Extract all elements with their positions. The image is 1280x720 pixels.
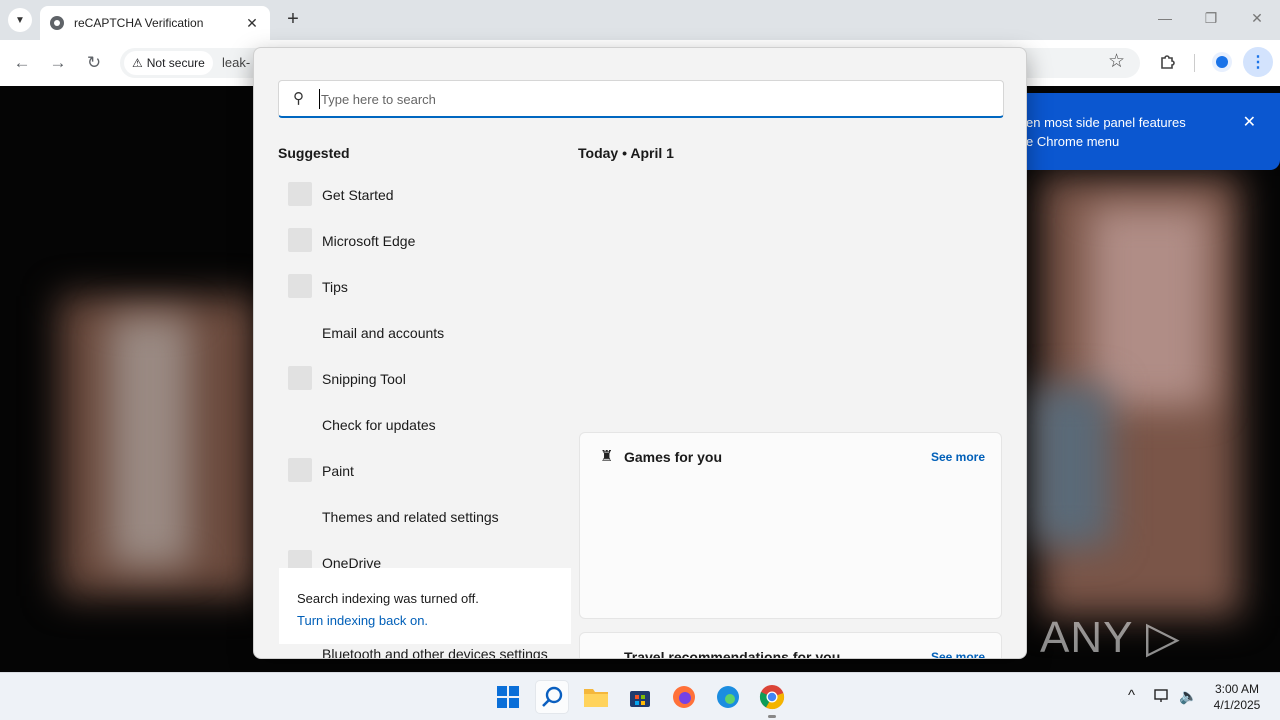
suggested-item-label: Email and accounts (322, 325, 445, 341)
indexing-notice: Search indexing was turned off. Turn ind… (279, 568, 571, 644)
minimize-button[interactable]: — (1150, 10, 1180, 26)
search-box[interactable]: ⚲ (278, 80, 1004, 118)
suggested-item[interactable]: Tips (278, 264, 578, 310)
suggested-item-label: Paint (322, 463, 354, 479)
search-icon: ⚲ (293, 90, 304, 107)
network-icon[interactable] (1154, 688, 1172, 708)
taskbar: ^ 🔈 3:00 AM 4/1/2025 (0, 672, 1280, 720)
suggested-item[interactable]: Themes and related settings (278, 494, 578, 540)
suggested-item-label: Check for updates (322, 417, 436, 433)
suggested-item[interactable]: Microsoft Edge (278, 218, 578, 264)
edge-icon (717, 686, 739, 708)
forward-button[interactable]: → (46, 52, 70, 76)
url-text[interactable]: leak- (222, 55, 250, 70)
suggested-item-label: Tips (322, 279, 348, 295)
windows-search-panel: ⚲ Suggested Get Started Microsoft Edge Tip… (253, 47, 1027, 659)
bookmark-star-icon[interactable]: ☆ (1108, 50, 1125, 73)
volume-icon[interactable]: 🔈 (1179, 687, 1198, 705)
chrome-icon (759, 685, 785, 710)
toolbar-separator (1194, 54, 1195, 72)
windows-logo-icon (497, 686, 519, 708)
tray-overflow-icon[interactable]: ^ (1128, 687, 1135, 704)
travel-see-more-link[interactable]: See more (931, 650, 985, 658)
clock-date: 4/1/2025 (1213, 698, 1261, 712)
turn-indexing-on-link[interactable]: Turn indexing back on. (297, 610, 553, 632)
suggested-list: Get Started Microsoft Edge Tips Email and a… (278, 172, 578, 586)
chrome-button[interactable] (756, 681, 788, 713)
restore-button[interactable]: ❐ (1196, 10, 1226, 27)
app-icon (288, 182, 312, 206)
profile-avatar-icon[interactable] (1212, 52, 1232, 72)
games-see-more-link[interactable]: See more (931, 450, 985, 464)
close-window-button[interactable]: ✕ (1242, 10, 1272, 27)
suggested-heading: Suggested (278, 145, 350, 161)
suggested-item[interactable]: Get Started (278, 172, 578, 218)
promo-line-1: en most side panel features (1026, 115, 1186, 130)
app-icon (288, 458, 312, 482)
firefox-button[interactable] (668, 681, 700, 713)
folder-icon (584, 689, 608, 707)
store-button[interactable] (624, 681, 656, 713)
clock-time: 3:00 AM (1214, 682, 1260, 696)
extensions-icon[interactable] (1158, 52, 1178, 72)
store-icon (630, 691, 650, 707)
back-button[interactable]: ← (10, 52, 34, 76)
firefox-icon (673, 686, 695, 708)
side-panel-promo-bubble: en most side panel features e Chrome men… (1010, 93, 1280, 170)
suggested-item[interactable]: Snipping Tool (278, 356, 578, 402)
app-icon (288, 228, 312, 252)
reload-button[interactable]: ↻ (82, 52, 106, 76)
indexing-message: Search indexing was turned off. (297, 591, 479, 606)
tab-close-icon[interactable]: ✕ (244, 15, 260, 32)
chrome-running-indicator (768, 715, 776, 718)
search-input[interactable] (319, 89, 979, 109)
games-card-title: Games for you (624, 449, 723, 465)
suggested-item-label: Themes and related settings (322, 509, 499, 525)
security-label: Not secure (146, 56, 205, 70)
search-icon (542, 686, 563, 707)
tab-recaptcha[interactable]: reCAPTCHA Verification ✕ (40, 6, 270, 40)
tab-title: reCAPTCHA Verification (74, 16, 204, 30)
suggested-item[interactable]: Email and accounts (278, 310, 578, 356)
travel-card[interactable]: Travel recommendations for you See more (579, 632, 1002, 659)
edge-button[interactable] (712, 681, 744, 713)
warning-icon: ⚠ (132, 56, 143, 70)
suggested-item[interactable]: Check for updates (278, 402, 578, 448)
suggested-item-label: Snipping Tool (322, 371, 406, 387)
app-icon (288, 274, 312, 298)
games-icon: ♜ (600, 448, 614, 465)
suggested-item-label: Get Started (322, 187, 394, 203)
tab-search-button[interactable]: ▼ (8, 8, 32, 32)
system-clock[interactable]: 3:00 AM 4/1/2025 (1206, 681, 1268, 713)
new-tab-button[interactable]: + (282, 8, 304, 30)
file-explorer-button[interactable] (580, 681, 612, 713)
chrome-menu-button[interactable]: ⋮ (1243, 47, 1273, 77)
today-heading: Today • April 1 (578, 145, 674, 161)
games-card[interactable]: ♜ Games for you See more (579, 432, 1002, 619)
promo-close-icon[interactable]: ✕ (1243, 113, 1256, 132)
favicon-icon (50, 16, 64, 30)
suggested-item-bluetooth[interactable]: Bluetooth and other devices settings (322, 646, 548, 658)
suggested-item[interactable]: Paint (278, 448, 578, 494)
taskbar-search-button[interactable] (536, 681, 568, 713)
security-chip[interactable]: ⚠ Not secure (124, 51, 213, 75)
suggested-item-label: Microsoft Edge (322, 233, 416, 249)
start-button[interactable] (492, 681, 524, 713)
promo-line-2: e Chrome menu (1026, 134, 1120, 149)
app-icon (288, 366, 312, 390)
travel-card-title: Travel recommendations for you (624, 649, 841, 659)
tab-strip: ▼ reCAPTCHA Verification ✕ + — ❐ ✕ (0, 0, 1280, 40)
